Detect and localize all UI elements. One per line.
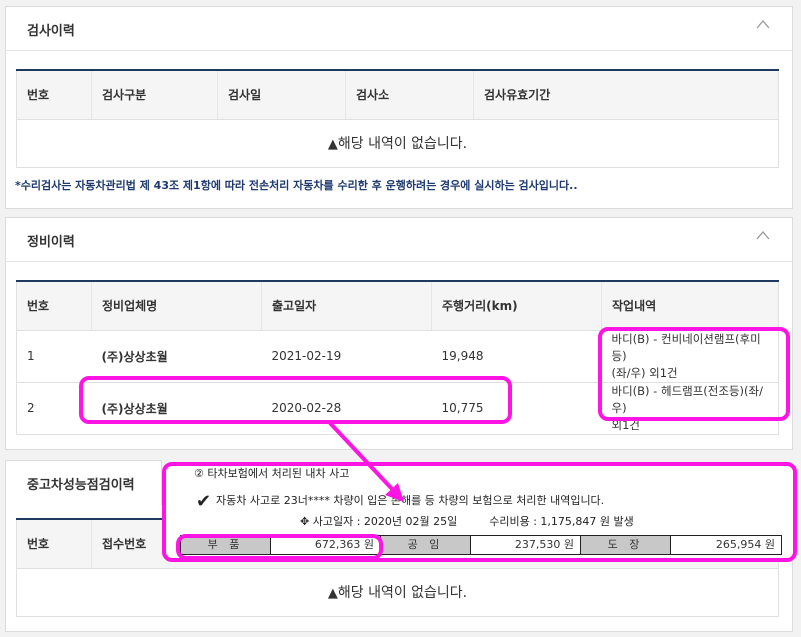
col-header: 정비업체명 xyxy=(91,282,262,331)
maintenance-header[interactable]: 정비이력 xyxy=(6,218,792,262)
col-header: 출고일자 xyxy=(261,282,432,331)
chevron-up-icon[interactable] xyxy=(756,230,770,244)
col-header: 검사소 xyxy=(345,71,474,120)
empty-row: ▲해당 내역이 없습니다. xyxy=(16,568,779,617)
col-header: 작업내역 xyxy=(601,282,779,331)
col-header: 검사구분 xyxy=(91,71,218,120)
row-no: 1 xyxy=(16,330,92,383)
highlight-row-2 xyxy=(79,376,512,424)
row-date: 2021-02-19 xyxy=(261,330,432,383)
empty-row: ▲해당 내역이 없습니다. xyxy=(16,119,779,168)
col-header: 번호 xyxy=(16,71,92,120)
inspection-header[interactable]: 검사이력 xyxy=(6,7,792,51)
row-mileage: 19,948 xyxy=(431,330,602,383)
inspection-table: 번호 검사구분 검사일 검사소 검사유효기간 ▲해당 내역이 없습니다. xyxy=(16,69,779,168)
col-header: 번호 xyxy=(16,282,92,331)
col-header: 주행거리(km) xyxy=(431,282,602,331)
table-header-row: 번호 정비업체명 출고일자 주행거리(km) 작업내역 xyxy=(16,282,779,331)
col-header: 번호 xyxy=(16,520,92,569)
table-header-row: 번호 검사구분 검사일 검사소 검사유효기간 xyxy=(16,71,779,120)
warning-icon: ▲ xyxy=(327,586,338,601)
inspection-title: 검사이력 xyxy=(27,24,75,39)
empty-text: 해당 내역이 없습니다. xyxy=(337,136,468,152)
inspection-note: *수리검사는 자동차관리법 제 43조 제1항에 따라 전손처리 자동차를 수리… xyxy=(15,179,578,192)
tab-label: 중고차성능점검이력 xyxy=(27,478,135,493)
warning-icon: ▲ xyxy=(327,137,338,152)
col-header: 검사유효기간 xyxy=(473,71,779,120)
col-header: 검사일 xyxy=(217,71,346,120)
highlight-work-details xyxy=(598,327,790,421)
chevron-up-icon[interactable] xyxy=(756,19,770,33)
tab-performance[interactable]: 중고차성능점검이력 xyxy=(5,460,162,505)
empty-text: 해당 내역이 없습니다. xyxy=(337,585,468,601)
row-company: (주)상상초월 xyxy=(91,330,262,383)
highlight-parts-cost xyxy=(176,534,383,560)
maintenance-title: 정비이력 xyxy=(27,235,75,250)
